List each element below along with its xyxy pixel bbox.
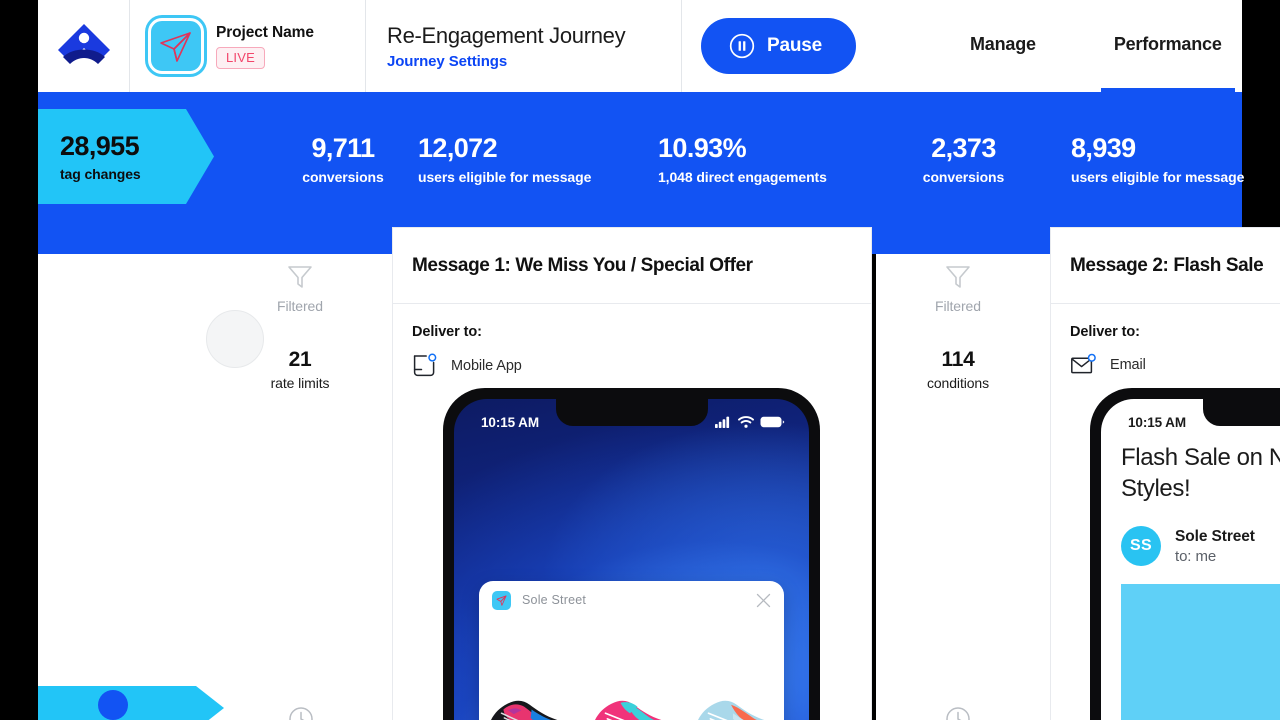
email-hero-image: [1121, 584, 1280, 720]
stats-column-middle: 2,373 conversions: [876, 92, 1051, 254]
cellular-signal-icon: [715, 416, 730, 428]
message-1-status-time: 10:15 AM: [481, 414, 539, 430]
right-bottom-clock-icon: [945, 706, 971, 720]
rate-limits-label: rate limits: [270, 375, 330, 391]
push-notification-image: [479, 619, 784, 720]
eligible-2-stat: 8,939 users eligible for message: [1071, 133, 1280, 185]
message-1-channel-row: Mobile App: [412, 353, 871, 379]
message-2-deliver-section: Deliver to: Email: [1051, 304, 1280, 377]
email-subject: Flash Sale on New Styles!: [1121, 444, 1280, 502]
mobile-push-icon: [413, 353, 437, 377]
push-notification-card[interactable]: Sole Street: [479, 581, 784, 720]
eligible-1-value: 12,072: [418, 133, 498, 163]
message-1-status-icons: [715, 416, 785, 428]
message-1-deliver-section: Deliver to: Mobile App: [393, 304, 871, 379]
conversions-2-value: 2,373: [931, 133, 996, 163]
message-2-channel-label: Email: [1110, 357, 1146, 373]
eligible-2-label: users eligible for message: [1071, 169, 1245, 186]
message-1-title: Message 1: We Miss You / Special Offer: [412, 254, 753, 276]
paper-plane-app-icon: [148, 18, 204, 74]
paper-plane-glyph: [160, 32, 191, 62]
funnel-icon: [288, 266, 312, 288]
header-actions: Pause Manage Performance: [682, 0, 1242, 92]
left-count-group: 21 rate limits: [240, 348, 360, 391]
tab-manage[interactable]: Manage: [970, 0, 1036, 92]
eligible-1-stat: 12,072 users eligible for message: [418, 133, 688, 185]
project-name: Project Name: [216, 23, 314, 41]
message-1-deliver-label: Deliver to:: [412, 324, 482, 340]
sneaker-blue-coral: [698, 700, 765, 720]
tag-changes-label: tag changes: [60, 165, 141, 182]
pause-button-label: Pause: [767, 35, 822, 56]
right-count-group: 114 conditions: [898, 348, 1018, 391]
message-1-title-bar: Message 1: We Miss You / Special Offer: [393, 228, 871, 304]
email-recipient: to: me: [1175, 547, 1217, 565]
message-2-status-time: 10:15 AM: [1128, 414, 1186, 430]
app-header: Project Name LIVE Re-Engagement Journey …: [38, 0, 1242, 92]
message-1-channel-label: Mobile App: [451, 358, 522, 374]
conversions-2-label: conversions: [922, 169, 1005, 186]
braze-logo-icon: [57, 24, 110, 64]
message-2-status-bar: 10:15 AM: [1101, 399, 1280, 439]
message-2-deliver-label: Deliver to:: [1070, 324, 1140, 340]
message-1-status-bar: 10:15 AM: [454, 399, 809, 439]
funnel-icon: [946, 266, 970, 288]
left-filter-label: Filtered: [277, 298, 323, 314]
brand-logo[interactable]: [38, 0, 130, 92]
left-detail-column: Filtered 21 rate limits: [38, 254, 393, 720]
project-block[interactable]: Project Name LIVE: [130, 0, 366, 92]
conditions-value: 114: [941, 348, 975, 371]
message-2-title: Message 2: Flash Sale: [1070, 254, 1264, 276]
bottom-chevron-dot-icon: [98, 690, 128, 720]
stats-column-entry: 28,955 tag changes 9,711 conversions: [38, 92, 393, 254]
middle-detail-column: Filtered 114 conditions: [876, 254, 1051, 720]
page-title: Re-Engagement Journey: [387, 22, 626, 48]
message-2-phone-preview: 10:15 AM Flash Sale on New Styles! SS So…: [1090, 388, 1280, 720]
battery-icon: [760, 416, 785, 428]
message-2-title-bar: Message 2: Flash Sale: [1051, 228, 1280, 304]
sole-street-app-icon: [492, 590, 511, 610]
email-sender-name: Sole Street: [1175, 527, 1255, 545]
avatar: SS: [1121, 526, 1161, 567]
message-1-phone-screen: 10:15 AM Sole Street: [454, 399, 809, 720]
bottom-chevron-marker: [38, 686, 224, 720]
message-1-phone-preview: 10:15 AM Sole Street: [443, 388, 820, 720]
tab-performance[interactable]: Performance: [1100, 0, 1235, 92]
tag-changes-stat: 28,955 tag changes: [38, 109, 214, 204]
message-2-phone-screen: 10:15 AM Flash Sale on New Styles! SS So…: [1101, 399, 1280, 720]
journey-settings-link[interactable]: Journey Settings: [387, 53, 681, 70]
eligible-2-value: 8,939: [1071, 133, 1136, 163]
message-2-channel-row: Email: [1070, 353, 1280, 377]
sneaker-black-pink: [491, 700, 558, 720]
left-filter-group: Filtered: [240, 264, 360, 314]
left-bottom-clock-icon: [288, 706, 314, 720]
right-filter-label: Filtered: [935, 298, 981, 314]
push-notification-app-name: Sole Street: [522, 593, 587, 607]
journey-block: Re-Engagement Journey Journey Settings: [366, 0, 682, 92]
conversions-2-stat: 2,373 conversions: [876, 133, 1051, 185]
pause-button[interactable]: Pause: [701, 18, 856, 74]
app-screenshot: Project Name LIVE Re-Engagement Journey …: [0, 0, 1280, 720]
close-icon[interactable]: [756, 593, 771, 608]
conditions-label: conditions: [926, 375, 990, 391]
right-filter-group: Filtered: [898, 264, 1018, 314]
email-envelope-icon: [1071, 353, 1096, 374]
tag-changes-value: 28,955: [60, 131, 140, 162]
email-sender-row: SS Sole Street to: me: [1121, 526, 1280, 567]
rate-limits-value: 21: [288, 348, 312, 371]
eligible-1-label: users eligible for message: [418, 169, 592, 186]
pause-circle-icon: [729, 33, 755, 59]
sneaker-pink-teal: [594, 700, 662, 720]
wifi-icon: [738, 416, 754, 428]
push-notification-header: Sole Street: [479, 581, 784, 619]
live-status-badge: LIVE: [216, 46, 265, 69]
